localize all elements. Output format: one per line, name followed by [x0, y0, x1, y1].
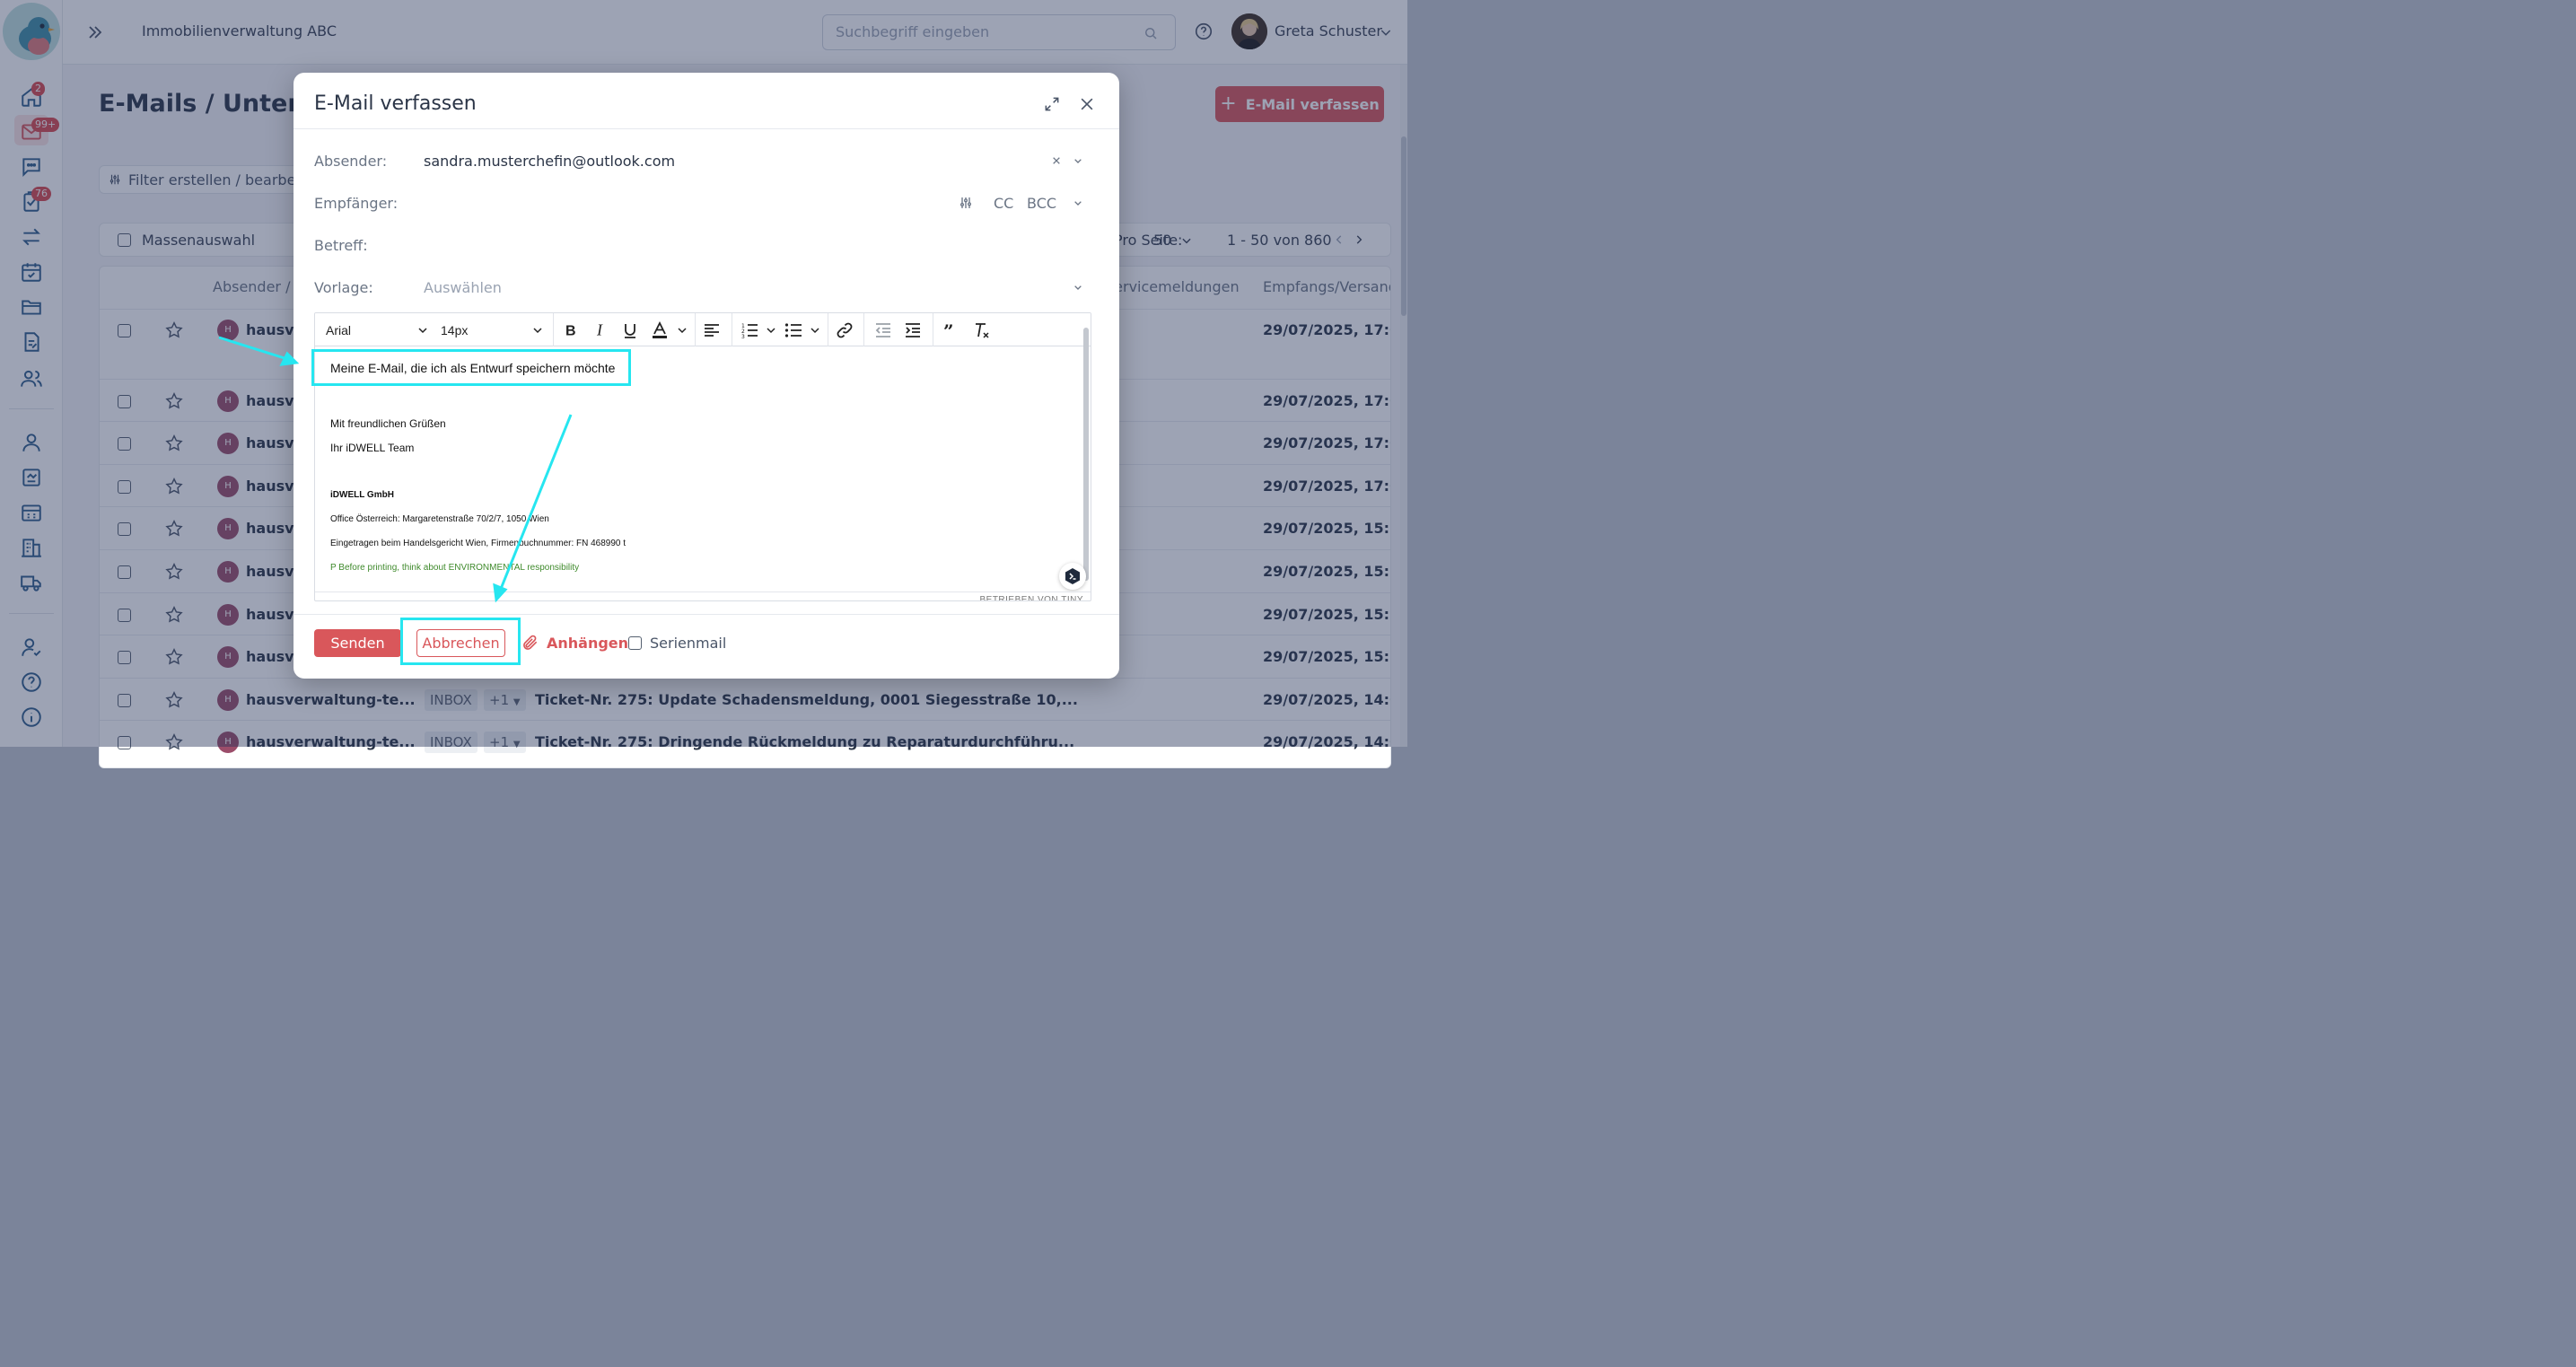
- italic-icon[interactable]: I: [591, 321, 609, 339]
- sender-select[interactable]: sandra.musterchefin@outlook.com: [424, 153, 675, 170]
- paperclip-icon[interactable]: [521, 634, 539, 652]
- send-button[interactable]: Senden: [314, 629, 401, 657]
- maximize-icon[interactable]: [1043, 95, 1061, 113]
- indent-icon[interactable]: [904, 321, 922, 339]
- svg-text:I: I: [596, 321, 603, 339]
- link-icon[interactable]: [836, 321, 854, 339]
- toolbar-divider: [695, 313, 696, 346]
- recipient-label: Empfänger:: [314, 195, 399, 212]
- subject-label: Betreff:: [314, 237, 368, 254]
- chevron-down-icon[interactable]: [767, 326, 775, 335]
- footer-divider: [294, 614, 1119, 615]
- chevron-down-icon[interactable]: [1071, 153, 1085, 168]
- chevron-down-icon[interactable]: [810, 326, 819, 335]
- subject-input[interactable]: [424, 231, 1088, 258]
- chevron-down-icon[interactable]: [533, 326, 542, 335]
- underline-icon[interactable]: [621, 321, 639, 339]
- chevron-down-icon[interactable]: [1071, 280, 1085, 294]
- bullet-list-icon[interactable]: [784, 321, 802, 339]
- toolbar-divider: [863, 313, 864, 346]
- sliders-icon[interactable]: [959, 196, 973, 210]
- template-select[interactable]: Auswählen: [424, 279, 502, 296]
- svg-text:3: 3: [741, 334, 745, 339]
- svg-text:”: ”: [943, 321, 954, 339]
- tiny-assistant-icon[interactable]: [1059, 563, 1086, 590]
- chevron-down-icon[interactable]: [1071, 196, 1085, 210]
- dialog-title: E-Mail verfassen: [314, 92, 477, 115]
- bcc-toggle[interactable]: BCC: [1027, 195, 1056, 212]
- editor-scrollbar[interactable]: [1083, 328, 1089, 581]
- highlight-box-cancel-button: [400, 618, 521, 665]
- signature-team: Ihr iDWELL Team: [330, 442, 415, 454]
- editor-toolbar: Arial 14px B I 123 ”: [315, 313, 1091, 346]
- blockquote-icon[interactable]: ”: [942, 321, 959, 339]
- highlight-box-body-text: [311, 349, 631, 386]
- clear-formatting-icon[interactable]: [972, 321, 990, 339]
- toolbar-divider: [553, 313, 554, 346]
- signature-company: iDWELL GmbH: [330, 490, 394, 500]
- clear-icon[interactable]: [1049, 153, 1064, 168]
- sender-label: Absender:: [314, 153, 388, 170]
- cc-toggle[interactable]: CC: [994, 195, 1013, 212]
- header-divider: [294, 128, 1119, 129]
- attach-button[interactable]: Anhängen: [547, 635, 628, 652]
- outdent-icon[interactable]: [874, 321, 892, 339]
- signature-environment-note: P Before printing, think about ENVIRONME…: [330, 563, 580, 573]
- chevron-down-icon[interactable]: [678, 326, 687, 335]
- serial-mail-checkbox[interactable]: [628, 636, 642, 650]
- signature-register: Eingetragen beim Handelsgericht Wien, Fi…: [330, 539, 626, 548]
- serial-mail-label[interactable]: Serienmail: [650, 635, 726, 652]
- text-color-icon[interactable]: [651, 321, 669, 339]
- bold-icon[interactable]: B: [562, 321, 580, 339]
- font-family-select[interactable]: Arial: [326, 323, 351, 337]
- font-size-select[interactable]: 14px: [441, 323, 468, 337]
- template-label: Vorlage:: [314, 279, 373, 296]
- chevron-down-icon[interactable]: [418, 326, 427, 335]
- powered-by-tiny[interactable]: BETRIEBEN VON TINY: [315, 591, 1091, 600]
- close-icon[interactable]: [1078, 95, 1096, 113]
- signature-office: Office Österreich: Margaretenstraße 70/2…: [330, 514, 549, 524]
- svg-text:B: B: [565, 324, 576, 339]
- align-left-icon[interactable]: [703, 321, 721, 339]
- numbered-list-icon[interactable]: 123: [740, 321, 758, 339]
- signature-greeting: Mit freundlichen Grüßen: [330, 417, 446, 430]
